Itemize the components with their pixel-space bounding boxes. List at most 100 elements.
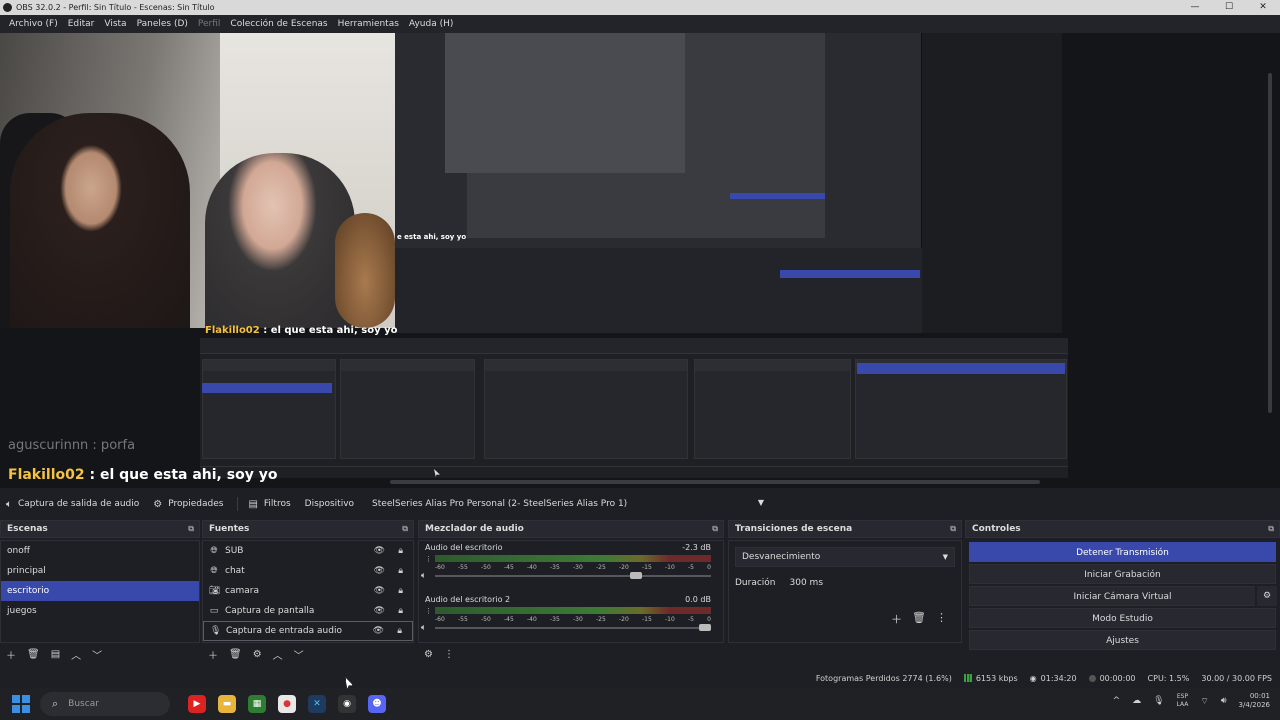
channel-menu-icon[interactable]: ⋮ bbox=[425, 555, 432, 563]
volume-slider[interactable] bbox=[435, 572, 711, 579]
close-button[interactable]: ✕ bbox=[1246, 0, 1280, 15]
transition-select[interactable]: Desvanecimiento ▼ bbox=[735, 547, 955, 567]
menu-editar[interactable]: Editar bbox=[63, 19, 100, 29]
settings-button[interactable]: Ajustes bbox=[969, 630, 1276, 650]
channel-name: Audio del escritorio bbox=[425, 543, 503, 552]
undock-icon[interactable]: ⧉ bbox=[950, 524, 956, 534]
undock-icon[interactable]: ⧉ bbox=[1268, 524, 1274, 534]
cloud-icon[interactable]: ☁ bbox=[1132, 696, 1141, 706]
eye-icon[interactable]: 👁︎ bbox=[374, 566, 385, 576]
filter-icon: ▤ bbox=[248, 498, 258, 510]
speaker-icon[interactable]: 🔈︎ bbox=[421, 571, 426, 581]
monitor-icon: ▭ bbox=[209, 606, 219, 616]
language-indicator[interactable]: ESP LAA bbox=[1177, 693, 1189, 709]
remove-source-icon[interactable]: 🗑︎ bbox=[229, 649, 242, 660]
eye-icon[interactable]: 👁︎ bbox=[374, 606, 385, 616]
add-transition-icon[interactable]: ＋ bbox=[891, 611, 902, 627]
eye-icon[interactable]: 👁︎ bbox=[374, 546, 385, 556]
maximize-button[interactable]: ☐ bbox=[1212, 0, 1246, 15]
move-up-icon[interactable]: ︿ bbox=[273, 647, 283, 662]
device-select[interactable]: SteelSeries Alias Pro Personal (2- Steel… bbox=[368, 495, 769, 513]
obs-icon[interactable]: ◉ bbox=[338, 695, 356, 713]
chrome-icon[interactable]: ● bbox=[278, 695, 296, 713]
undock-icon[interactable]: ⧉ bbox=[188, 524, 194, 534]
menu-vista[interactable]: Vista bbox=[99, 19, 131, 29]
mixer-menu-icon[interactable]: ⋮ bbox=[444, 649, 454, 660]
discord-icon[interactable]: ☻ bbox=[368, 695, 386, 713]
capcut-icon[interactable]: ✕ bbox=[308, 695, 326, 713]
remove-scene-icon[interactable]: 🗑︎ bbox=[27, 649, 40, 660]
speaker-icon: 🔈︎ bbox=[6, 498, 12, 510]
folder-icon[interactable]: ▬ bbox=[218, 695, 236, 713]
gear-icon[interactable]: ⚙ bbox=[1255, 586, 1277, 606]
source-item[interactable]: 🌐︎ SUB 👁︎ 🔒︎ bbox=[203, 541, 413, 561]
preview-vertical-scrollbar[interactable] bbox=[1268, 73, 1272, 413]
controls-header: Controles ⧉ bbox=[965, 520, 1280, 538]
speaker-icon[interactable]: 🔈︎ bbox=[421, 623, 426, 633]
lock-icon[interactable]: 🔒︎ bbox=[398, 546, 403, 556]
controls-body: Detener Transmisión Iniciar Grabación In… bbox=[965, 540, 1280, 665]
mic-tray-icon[interactable]: 🎙︎ bbox=[1153, 696, 1164, 706]
menu-perfil[interactable]: Perfil bbox=[193, 19, 226, 29]
source-item[interactable]: 📷︎ camara 👁︎ 🔒︎ bbox=[203, 581, 413, 601]
move-down-icon[interactable]: ﹀ bbox=[92, 647, 102, 662]
minimize-button[interactable]: — bbox=[1178, 0, 1212, 15]
scene-item-onoff[interactable]: onoff bbox=[1, 541, 199, 561]
preview-canvas[interactable]: e esta ahi, soy yo Flakillo02 : el que e… bbox=[0, 33, 1280, 488]
eye-icon[interactable]: 👁︎ bbox=[374, 586, 385, 596]
volume-slider-knob[interactable] bbox=[699, 624, 711, 631]
stream-icon: ◉ bbox=[1029, 673, 1037, 683]
add-scene-icon[interactable]: ＋ bbox=[6, 647, 16, 662]
sources-dock: Fuentes ⧉ 🌐︎ SUB 👁︎ 🔒︎ 🌐︎ chat 👁︎ 🔒︎ 📷︎ … bbox=[202, 520, 414, 665]
clock[interactable]: 00:01 3/4/2026 bbox=[1239, 692, 1270, 710]
menu-ayuda[interactable]: Ayuda (H) bbox=[404, 19, 458, 29]
stop-stream-button[interactable]: Detener Transmisión bbox=[969, 542, 1276, 562]
menu-herramientas[interactable]: Herramientas bbox=[333, 19, 404, 29]
advanced-audio-icon[interactable]: ⚙ bbox=[424, 649, 433, 660]
scenes-title: Escenas bbox=[7, 524, 48, 534]
taskbar-search[interactable]: ⌕ Buscar bbox=[40, 692, 170, 716]
menu-coleccion-escenas[interactable]: Colección de Escenas bbox=[225, 19, 332, 29]
eye-icon[interactable]: 👁︎ bbox=[373, 626, 384, 636]
scene-item-escritorio[interactable]: escritorio bbox=[1, 581, 199, 601]
source-item[interactable]: ▭ Captura de pantalla 👁︎ 🔒︎ bbox=[203, 601, 413, 621]
wifi-icon[interactable]: ⌔ bbox=[1200, 696, 1208, 707]
menu-archivo[interactable]: Archivo (F) bbox=[4, 19, 63, 29]
volume-slider[interactable] bbox=[435, 624, 711, 631]
volume-slider-knob[interactable] bbox=[630, 572, 642, 579]
scene-filters-icon[interactable]: ▤ bbox=[51, 649, 60, 660]
transition-menu-icon[interactable]: ⋮ bbox=[936, 611, 947, 627]
move-down-icon[interactable]: ﹀ bbox=[294, 647, 304, 662]
source-item[interactable]: 🌐︎ chat 👁︎ 🔒︎ bbox=[203, 561, 413, 581]
properties-button[interactable]: ⚙ Propiedades bbox=[153, 499, 223, 510]
lock-icon[interactable]: 🔒︎ bbox=[397, 626, 402, 636]
youtube-icon[interactable]: ▶ bbox=[188, 695, 206, 713]
windows-start-icon[interactable] bbox=[12, 695, 30, 713]
menu-paneles[interactable]: Paneles (D) bbox=[132, 19, 193, 29]
lock-icon[interactable]: 🔒︎ bbox=[398, 586, 403, 596]
add-source-icon[interactable]: ＋ bbox=[208, 647, 218, 662]
preview-horizontal-scrollbar[interactable] bbox=[390, 480, 1040, 484]
lock-icon[interactable]: 🔒︎ bbox=[398, 566, 403, 576]
lock-icon[interactable]: 🔒︎ bbox=[398, 606, 403, 616]
chevron-up-icon[interactable]: ^ bbox=[1113, 696, 1121, 706]
filters-button[interactable]: ▤ Filtros bbox=[248, 499, 290, 510]
taskbar-apps: ▶ ▬ ▦ ● ✕ ◉ ☻ bbox=[188, 695, 386, 713]
scene-item-principal[interactable]: principal bbox=[1, 561, 199, 581]
scene-item-juegos[interactable]: juegos bbox=[1, 601, 199, 621]
start-virtual-camera-button[interactable]: Iniciar Cámara Virtual ⚙ bbox=[969, 586, 1277, 606]
scenes-dock: Escenas ⧉ onoff principal escritorio jue… bbox=[0, 520, 200, 665]
source-properties-icon[interactable]: ⚙ bbox=[253, 649, 262, 660]
start-recording-button[interactable]: Iniciar Grabación bbox=[969, 564, 1276, 584]
remove-transition-icon[interactable]: 🗑︎ bbox=[912, 611, 926, 627]
volume-icon[interactable]: 🔊︎ bbox=[1221, 696, 1227, 706]
undock-icon[interactable]: ⧉ bbox=[402, 524, 408, 534]
channel-menu-icon[interactable]: ⋮ bbox=[425, 607, 432, 615]
move-up-icon[interactable]: ︿ bbox=[71, 647, 81, 662]
minecraft-icon[interactable]: ▦ bbox=[248, 695, 266, 713]
duration-input[interactable]: 300 ms bbox=[785, 574, 955, 592]
studio-mode-button[interactable]: Modo Estudio bbox=[969, 608, 1276, 628]
undock-icon[interactable]: ⧉ bbox=[712, 524, 718, 534]
source-item[interactable]: 🎙︎ Captura de entrada audio 👁︎ 🔒︎ bbox=[203, 621, 413, 641]
chat-overlay-large: aguscurinnn : porfa Flakillo02 : el que … bbox=[0, 433, 400, 483]
